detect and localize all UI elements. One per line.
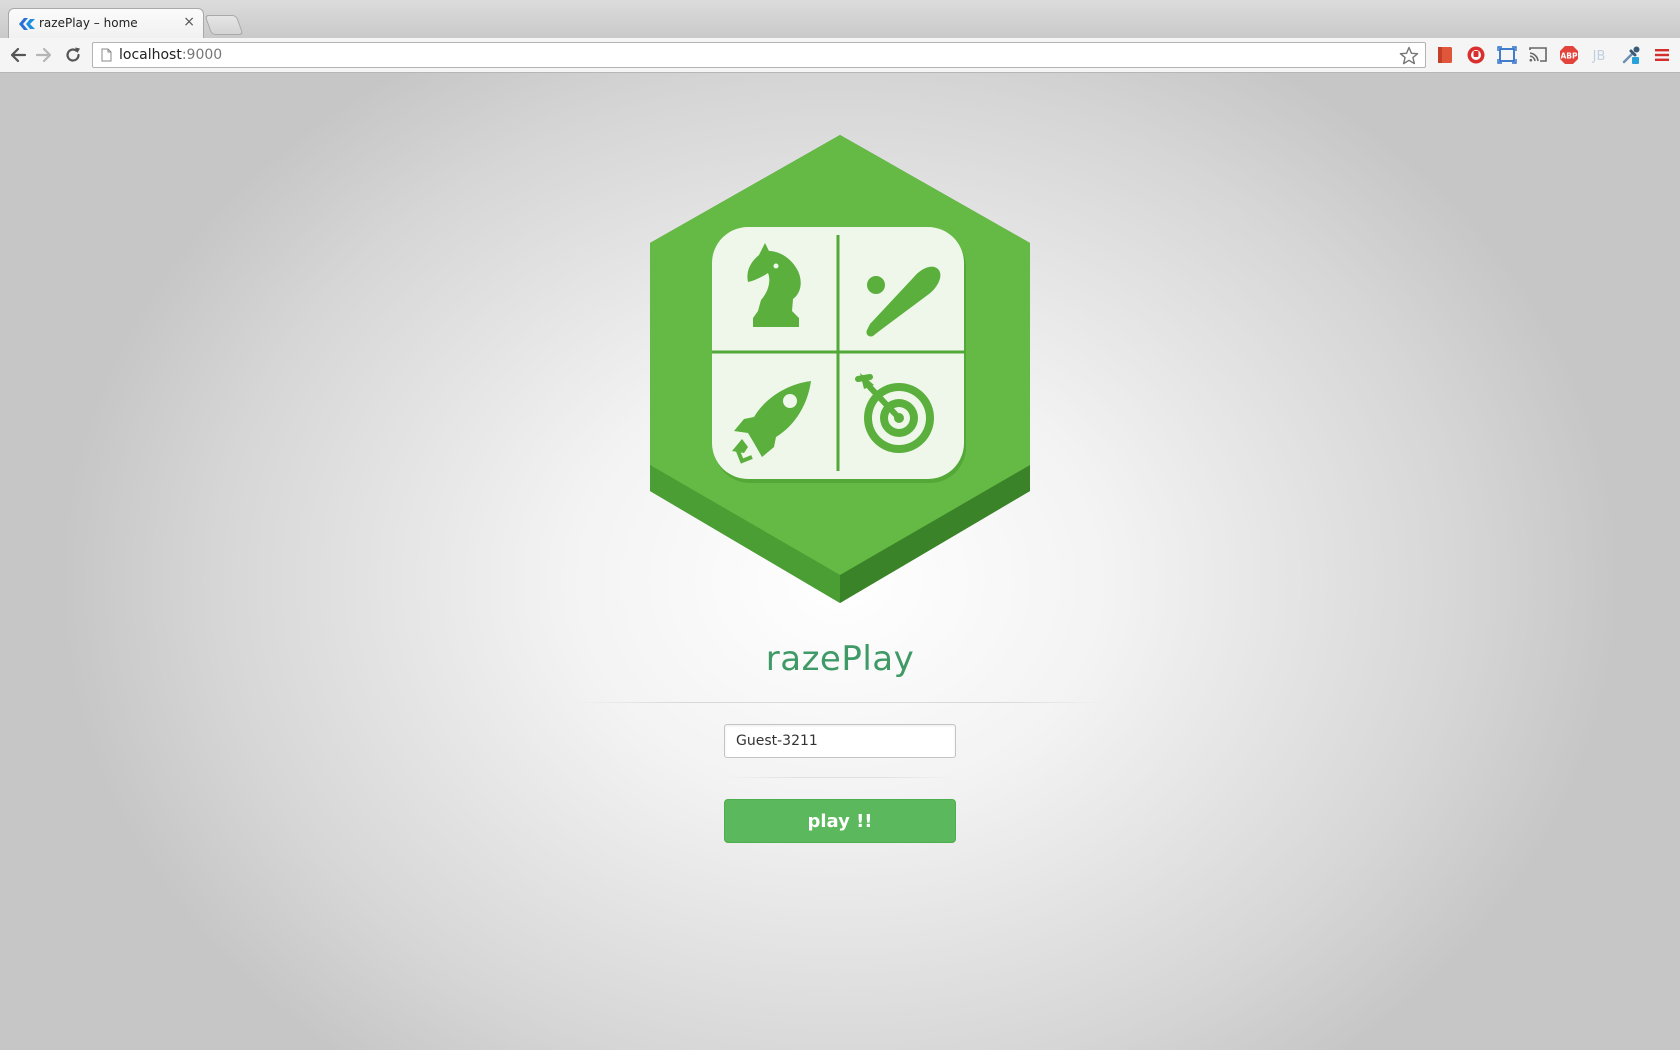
- adblock-icon[interactable]: ABP: [1559, 45, 1579, 65]
- adblock-label: ABP: [1560, 51, 1578, 60]
- url-port: :9000: [181, 47, 223, 63]
- reload-button[interactable]: [61, 43, 85, 67]
- page-content: razePlay play !!: [0, 73, 1680, 1050]
- url-text: localhost:9000: [119, 47, 222, 63]
- eyedropper-icon[interactable]: [1621, 45, 1641, 65]
- player-name-input[interactable]: [724, 724, 956, 758]
- app-title: razePlay: [765, 639, 915, 679]
- back-button[interactable]: [6, 43, 30, 67]
- tab-title: razePlay – home: [39, 16, 138, 30]
- tab-razeplay-home[interactable]: razePlay – home ×: [8, 8, 204, 38]
- bookmark-extension-icon[interactable]: [1435, 45, 1455, 65]
- browser-window: razePlay – home × localhost:9000 ABP JB …: [0, 0, 1680, 1050]
- reload-icon: [66, 47, 80, 62]
- play-button[interactable]: play !!: [724, 799, 956, 843]
- razeplay-logo: [650, 135, 1030, 603]
- menu-icon[interactable]: [1652, 45, 1672, 65]
- tab-strip: razePlay – home ×: [0, 0, 1680, 39]
- new-tab-button[interactable]: [204, 15, 244, 35]
- page-icon: [101, 48, 112, 62]
- title-divider: [578, 702, 1102, 703]
- browser-toolbar: localhost:9000 ABP JB: [0, 38, 1680, 73]
- jetbrains-icon[interactable]: JB: [1589, 45, 1609, 65]
- cast-icon[interactable]: [1528, 45, 1548, 65]
- url-host: localhost: [119, 47, 182, 63]
- forward-arrow-icon: [35, 47, 52, 63]
- address-bar[interactable]: localhost:9000: [92, 42, 1426, 68]
- screen-capture-icon[interactable]: [1497, 45, 1517, 65]
- forward-button[interactable]: [32, 43, 56, 67]
- jetbrains-label: JB: [1592, 49, 1606, 64]
- input-divider: [724, 777, 956, 778]
- stop-extension-icon[interactable]: [1466, 45, 1486, 65]
- bookmark-star-icon[interactable]: [1399, 46, 1419, 66]
- back-arrow-icon: [10, 47, 27, 63]
- razeplay-favicon-icon: [19, 18, 35, 30]
- tab-close-icon[interactable]: ×: [183, 14, 195, 30]
